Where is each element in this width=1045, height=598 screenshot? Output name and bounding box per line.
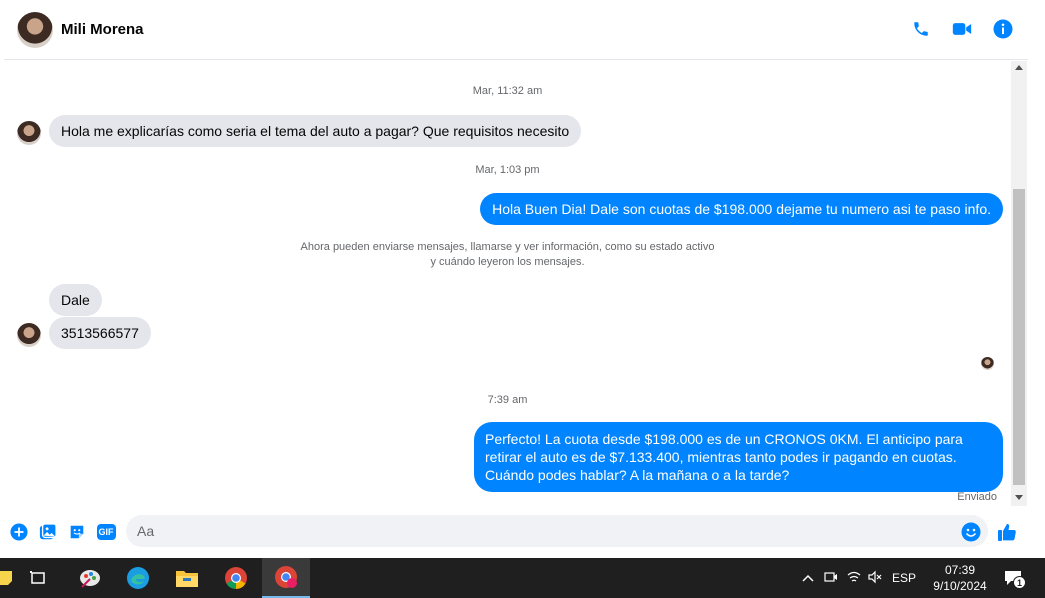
message-incoming[interactable]: Hola me explicarías como seria el tema d…: [49, 115, 582, 147]
notification-icon[interactable]: 1: [993, 558, 1033, 598]
photo-icon[interactable]: [38, 522, 58, 542]
clock-time: 07:39: [944, 563, 976, 577]
phone-icon[interactable]: [910, 18, 932, 40]
gif-label: GIF: [96, 524, 116, 540]
clock-date: 9/10/2024: [933, 579, 987, 593]
sticker-icon[interactable]: [67, 522, 87, 542]
gif-icon[interactable]: GIF: [95, 522, 117, 542]
clock[interactable]: 07:39 9/10/2024: [920, 562, 1000, 594]
chrome-icon[interactable]: [216, 558, 256, 598]
meet-now-icon[interactable]: [824, 570, 840, 587]
message-outgoing[interactable]: Perfecto! La cuota desde $198.000 es de …: [474, 422, 1003, 492]
edge-icon[interactable]: [118, 558, 158, 598]
contact-name[interactable]: Mili Morena: [61, 21, 144, 38]
seen-avatar: [981, 357, 994, 370]
chat-header: Mili Morena: [4, 0, 1028, 60]
system-tray: ESP: [800, 558, 916, 598]
info-icon[interactable]: [992, 18, 1014, 40]
composer: GIF: [0, 514, 1045, 550]
contact-avatar[interactable]: [17, 11, 53, 48]
header-actions: [910, 18, 1014, 40]
message-incoming[interactable]: Dale: [49, 284, 102, 316]
message-outgoing[interactable]: Hola Buen Dia! Dale son cuotas de $198.0…: [480, 193, 1003, 225]
encryption-notice: Ahora pueden enviarse mensajes, llamarse…: [4, 240, 1011, 270]
plus-icon[interactable]: [9, 522, 29, 542]
task-view-icon[interactable]: [18, 558, 58, 598]
contact-avatar[interactable]: [17, 323, 41, 347]
timestamp-text: 7:39 am: [487, 394, 528, 406]
timestamp: 7:39 am: [4, 394, 1011, 406]
timestamp: Mar, 1:03 pm: [475, 164, 540, 176]
chevron-up-icon[interactable]: [800, 571, 816, 585]
scroll-up-arrow[interactable]: [1015, 65, 1023, 70]
scrollbar-thumb[interactable]: [1013, 189, 1025, 485]
emoji-icon[interactable]: [961, 522, 981, 542]
language-indicator[interactable]: ESP: [892, 571, 916, 585]
notice-line: y cuándo leyeron los mensajes.: [430, 256, 585, 268]
delivery-status: Enviado: [957, 491, 997, 503]
chrome-profile-icon[interactable]: [262, 558, 310, 598]
notice-line: Ahora pueden enviarse mensajes, llamarse…: [300, 241, 715, 253]
timestamp: Mar, 11:32 am: [472, 85, 543, 97]
scroll-down-arrow[interactable]: [1015, 495, 1023, 500]
file-explorer-icon[interactable]: [167, 558, 207, 598]
wifi-icon[interactable]: [847, 570, 863, 587]
contact-avatar[interactable]: [17, 121, 41, 145]
volume-muted-icon[interactable]: [868, 570, 884, 587]
message-input[interactable]: [126, 515, 988, 547]
thumbs-up-icon[interactable]: [997, 522, 1017, 542]
notification-count: 1: [1013, 576, 1026, 589]
windows-taskbar: ESP 07:39 9/10/2024 1: [0, 558, 1045, 598]
scrollbar[interactable]: [1011, 61, 1027, 506]
paint-icon[interactable]: [70, 558, 110, 598]
message-incoming[interactable]: 3513566577: [49, 317, 151, 349]
message-list[interactable]: Mar, 11:32 am Hola me explicarías como s…: [4, 61, 1011, 506]
video-icon[interactable]: [951, 18, 973, 40]
